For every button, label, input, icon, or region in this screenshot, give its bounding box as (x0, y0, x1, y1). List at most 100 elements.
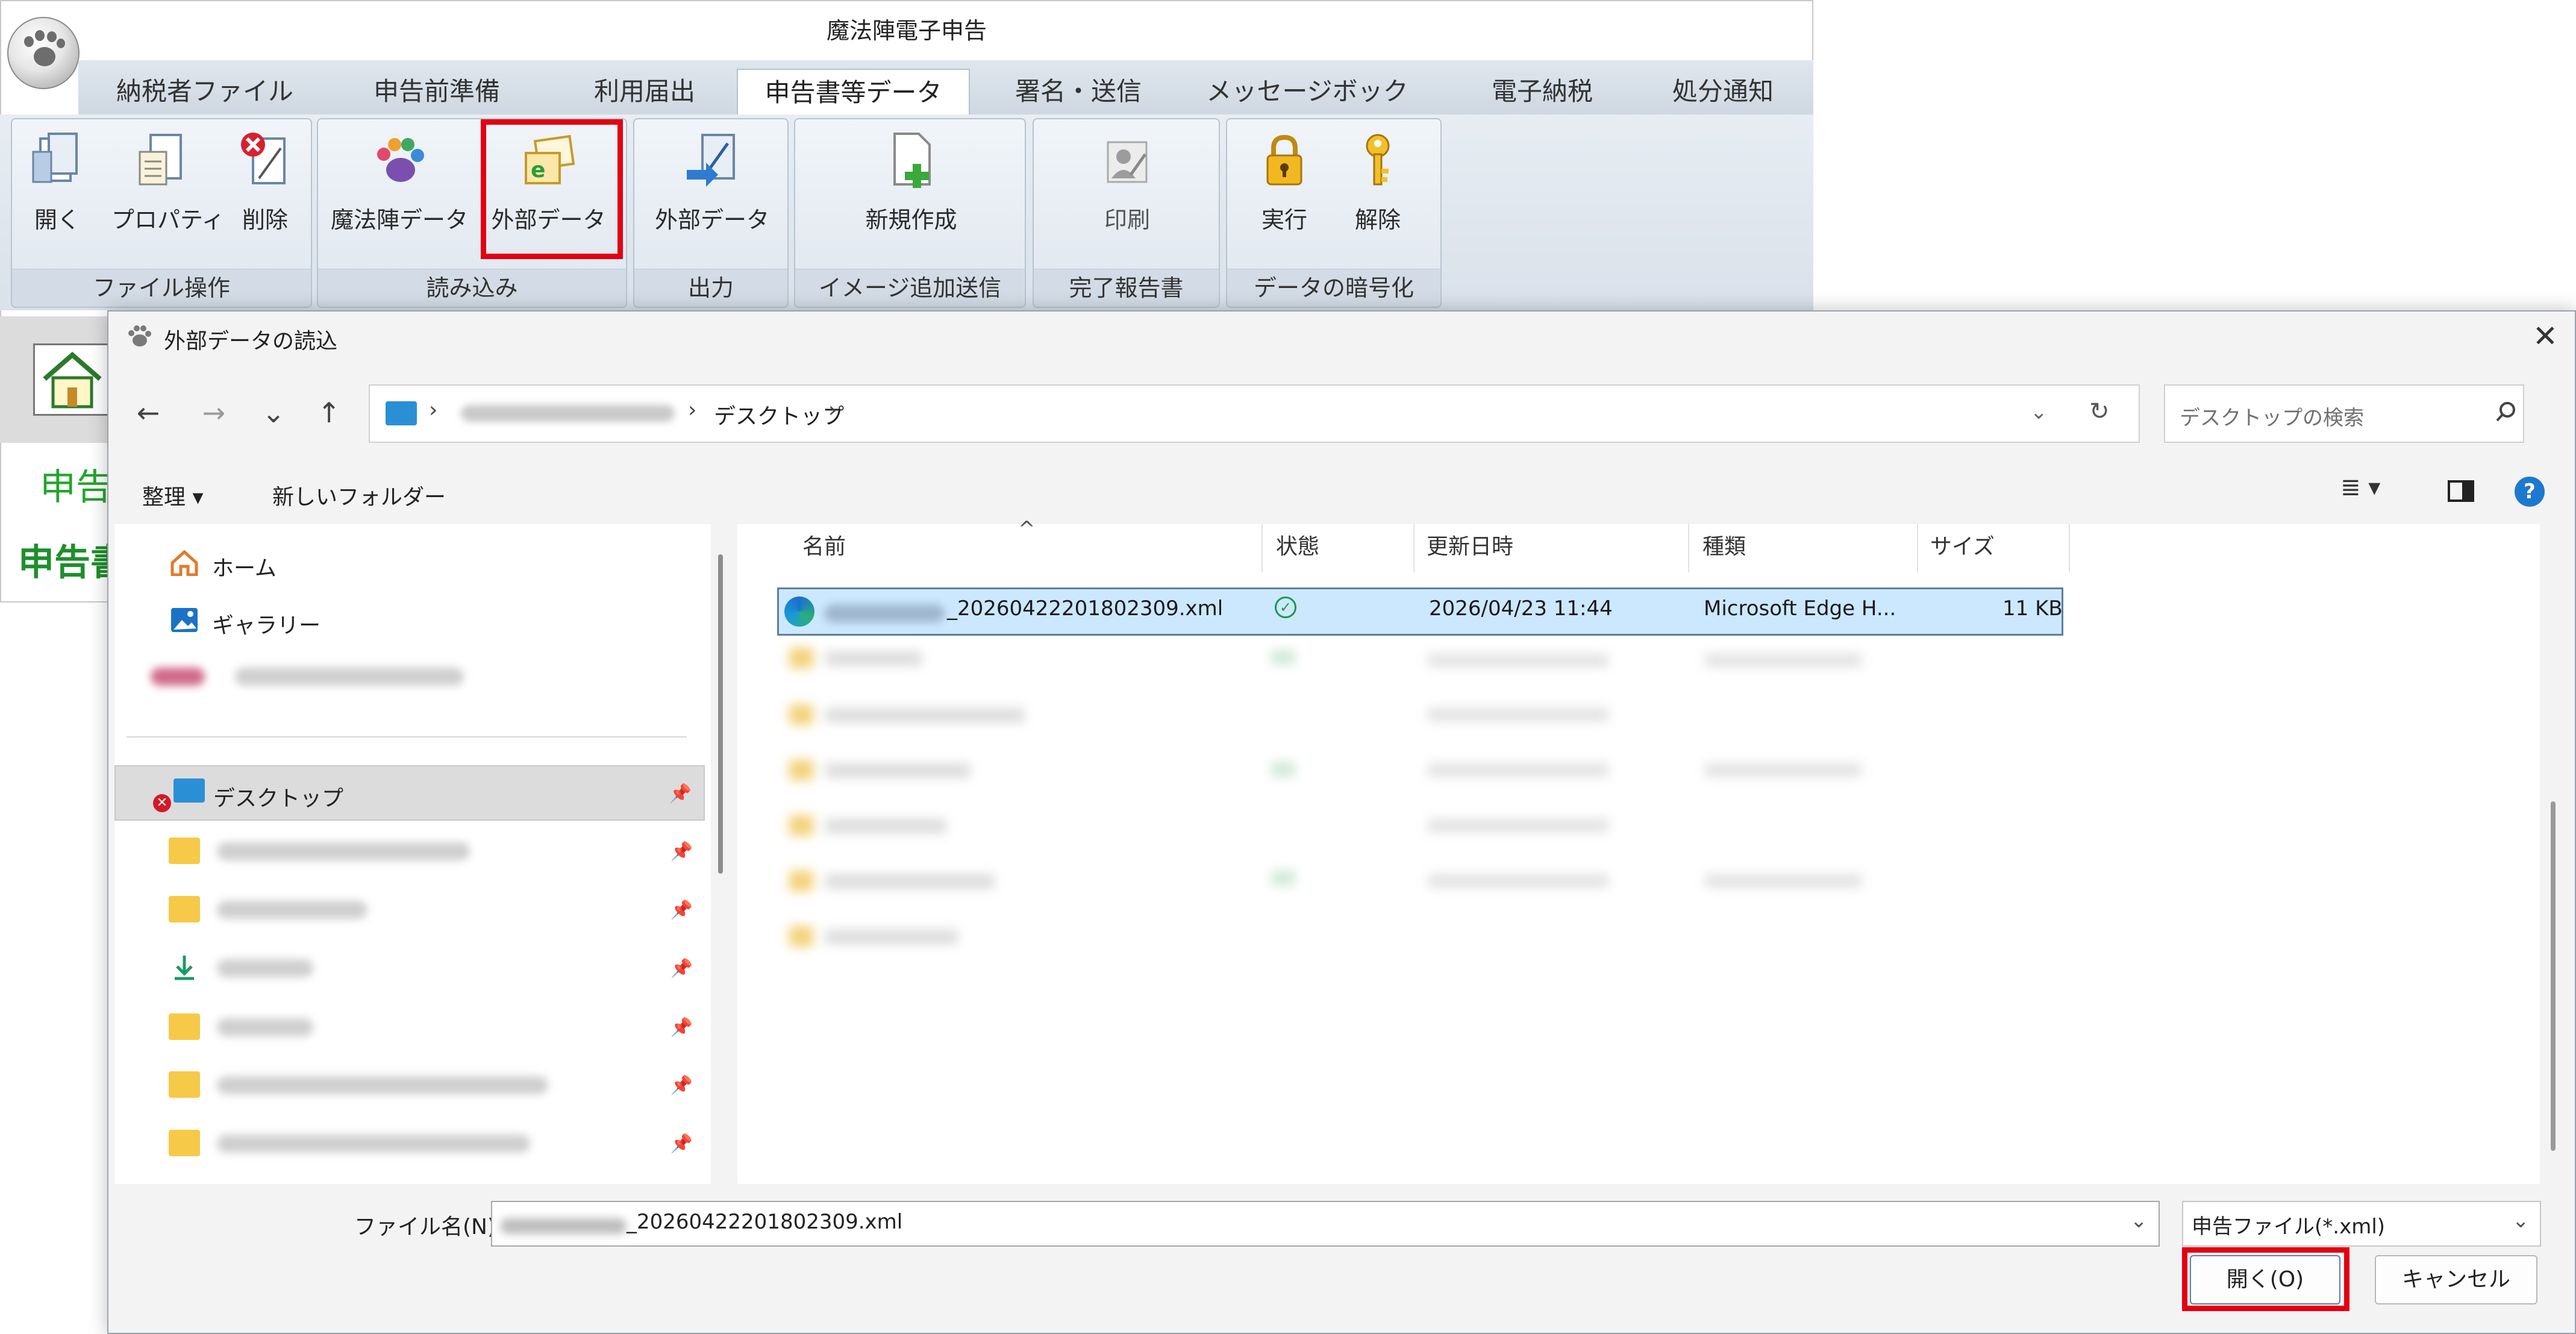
up-arrow-icon[interactable]: ↑ (311, 395, 347, 431)
nav-item-label: デスクトップ (213, 786, 344, 811)
new-create-button[interactable]: 新規作成 (837, 130, 985, 257)
back-arrow-icon[interactable]: ← (130, 395, 166, 431)
paw-icon (125, 322, 153, 350)
recent-locations-icon[interactable]: ⌄ (255, 395, 292, 431)
column-separator[interactable] (1261, 524, 1263, 572)
new-folder-button[interactable]: 新しいフォルダー (272, 480, 446, 511)
nav-item-redacted[interactable]: 📌 (114, 883, 705, 938)
help-icon[interactable]: ? (2515, 477, 2545, 507)
new-create-label: 新規作成 (865, 207, 957, 233)
nav-item-redacted[interactable]: 📌 (114, 1000, 705, 1056)
filename-dropdown-icon[interactable]: ⌄ (2130, 1209, 2148, 1233)
open-file-label: 開く (34, 207, 80, 233)
sort-ascending-icon: ^ (1018, 517, 1036, 541)
nav-divider (127, 736, 687, 737)
column-separator[interactable] (2069, 524, 2070, 572)
pin-icon[interactable]: 📌 (671, 841, 693, 862)
new-document-icon (881, 130, 942, 190)
tab-e-payment[interactable]: 電子納税 (1452, 69, 1633, 114)
nav-item-gallery[interactable]: ギャラリー (114, 593, 705, 649)
decrypt-button[interactable]: 解除 (1339, 130, 1417, 257)
column-separator[interactable] (1688, 524, 1689, 572)
mahoujin-data-label: 魔法陣データ (330, 207, 468, 233)
export-external-data-button[interactable]: 外部データ (646, 130, 778, 257)
chevron-down-icon[interactable]: ⌄ (2512, 1209, 2530, 1233)
mahoujin-data-button[interactable]: 魔法陣データ (330, 130, 469, 257)
tab-sign-send[interactable]: 署名・送信 (988, 69, 1169, 114)
nav-scrollbar[interactable] (718, 554, 723, 874)
pin-icon[interactable]: 📌 (671, 1133, 693, 1154)
highlight-import-external-data (481, 119, 623, 259)
file-size: 11 KB (2002, 597, 2063, 621)
nav-item-desktop[interactable]: ✕ デスクトップ 📌 (114, 765, 705, 821)
forward-arrow-icon[interactable]: → (196, 395, 232, 431)
app-logo-icon[interactable] (7, 17, 80, 89)
pin-icon[interactable]: 📌 (671, 900, 693, 921)
folder-icon (169, 896, 200, 922)
column-header-size[interactable]: サイズ (1930, 529, 1995, 560)
app-title: 魔法陣電子申告 (826, 17, 987, 44)
pin-icon[interactable]: 📌 (669, 783, 692, 804)
encrypt-run-button[interactable]: 実行 (1251, 130, 1318, 257)
view-options-icon[interactable]: ≣ ▾ (2340, 474, 2380, 501)
group-label-import: 読み込み (318, 269, 626, 307)
breadcrumb-separator: › (429, 398, 438, 422)
highlight-open-button (2182, 1247, 2349, 1311)
lock-icon (1254, 130, 1315, 190)
sync-error-icon: ✕ (153, 794, 171, 812)
column-separator[interactable] (1917, 524, 1918, 572)
refresh-icon[interactable]: ↻ (2089, 398, 2110, 425)
preview-pane-icon[interactable] (2448, 480, 2474, 502)
breadcrumb-separator: › (828, 398, 837, 422)
nav-item-redacted[interactable]: 📌 (114, 1058, 705, 1113)
search-icon (2494, 400, 2518, 427)
nav-item-redacted[interactable]: 📌 (114, 1116, 705, 1172)
desktop-icon (386, 401, 417, 425)
tab-message-box[interactable]: メッセージボックス (1199, 69, 1416, 152)
tab-usage-notice[interactable]: 利用届出 (554, 69, 735, 114)
nav-item-redacted[interactable] (114, 650, 705, 705)
print-button[interactable]: 印刷 (1070, 130, 1184, 257)
nav-item-redacted[interactable]: 📌 (114, 941, 705, 997)
file-list-scrollbar[interactable] (2551, 801, 2556, 1151)
column-header-name[interactable]: 名前 (802, 529, 846, 560)
tab-taxpayer-file[interactable]: 納税者ファイル (114, 69, 295, 114)
ribbon: 開く プロパティ 削除 ファイル操作 魔法陣データ e 外部データ 読み込み 外… (0, 114, 1813, 310)
column-separator[interactable] (1413, 524, 1415, 572)
properties-button[interactable]: プロパティ (111, 130, 225, 257)
pin-icon[interactable]: 📌 (671, 1017, 693, 1038)
address-dropdown-icon[interactable]: ⌄ (2030, 400, 2048, 424)
sync-status-icon: ✓ (1275, 597, 1296, 618)
nav-item-label: ギャラリー (212, 613, 321, 638)
nav-item-redacted[interactable]: 📌 (114, 824, 705, 880)
organize-menu[interactable]: 整理 ▾ (142, 480, 204, 511)
pin-icon[interactable]: 📌 (671, 958, 693, 979)
file-modified: 2026/04/23 11:44 (1429, 597, 1613, 621)
export-external-data-label: 外部データ (654, 207, 769, 233)
redacted-file-rows (777, 642, 2066, 955)
ribbon-group-image-send: 新規作成 イメージ追加送信 (794, 118, 1026, 308)
filename-redacted (824, 604, 945, 622)
column-header-modified[interactable]: 更新日時 (1427, 529, 1513, 560)
breadcrumb-current[interactable]: デスクトップ (714, 399, 844, 430)
cancel-button[interactable]: キャンセル (2375, 1255, 2537, 1304)
pin-icon[interactable]: 📌 (671, 1075, 693, 1096)
tab-pre-filing[interactable]: 申告前準備 (343, 69, 530, 114)
column-header-status[interactable]: 状態 (1276, 529, 1319, 560)
tab-return-data[interactable]: 申告書等データ (737, 69, 970, 114)
open-document-icon (27, 130, 87, 190)
close-icon[interactable]: ✕ (2527, 318, 2563, 354)
paw-icon (369, 130, 430, 190)
encrypt-run-label: 実行 (1261, 207, 1307, 233)
home-icon (169, 550, 200, 577)
file-type: Microsoft Edge H... (1704, 597, 1896, 621)
folder-icon (169, 1071, 200, 1098)
open-file-button[interactable]: 開く (24, 130, 90, 257)
column-header-type[interactable]: 種類 (1702, 529, 1746, 560)
nav-item-home[interactable]: ホーム (114, 536, 705, 592)
tab-disposition-notice[interactable]: 処分通知 (1633, 69, 1813, 114)
file-name: _20260422201802309.xml (947, 597, 1224, 621)
folder-icon (169, 1013, 200, 1040)
delete-button[interactable]: 削除 (232, 130, 298, 257)
home-icon[interactable] (33, 343, 111, 416)
